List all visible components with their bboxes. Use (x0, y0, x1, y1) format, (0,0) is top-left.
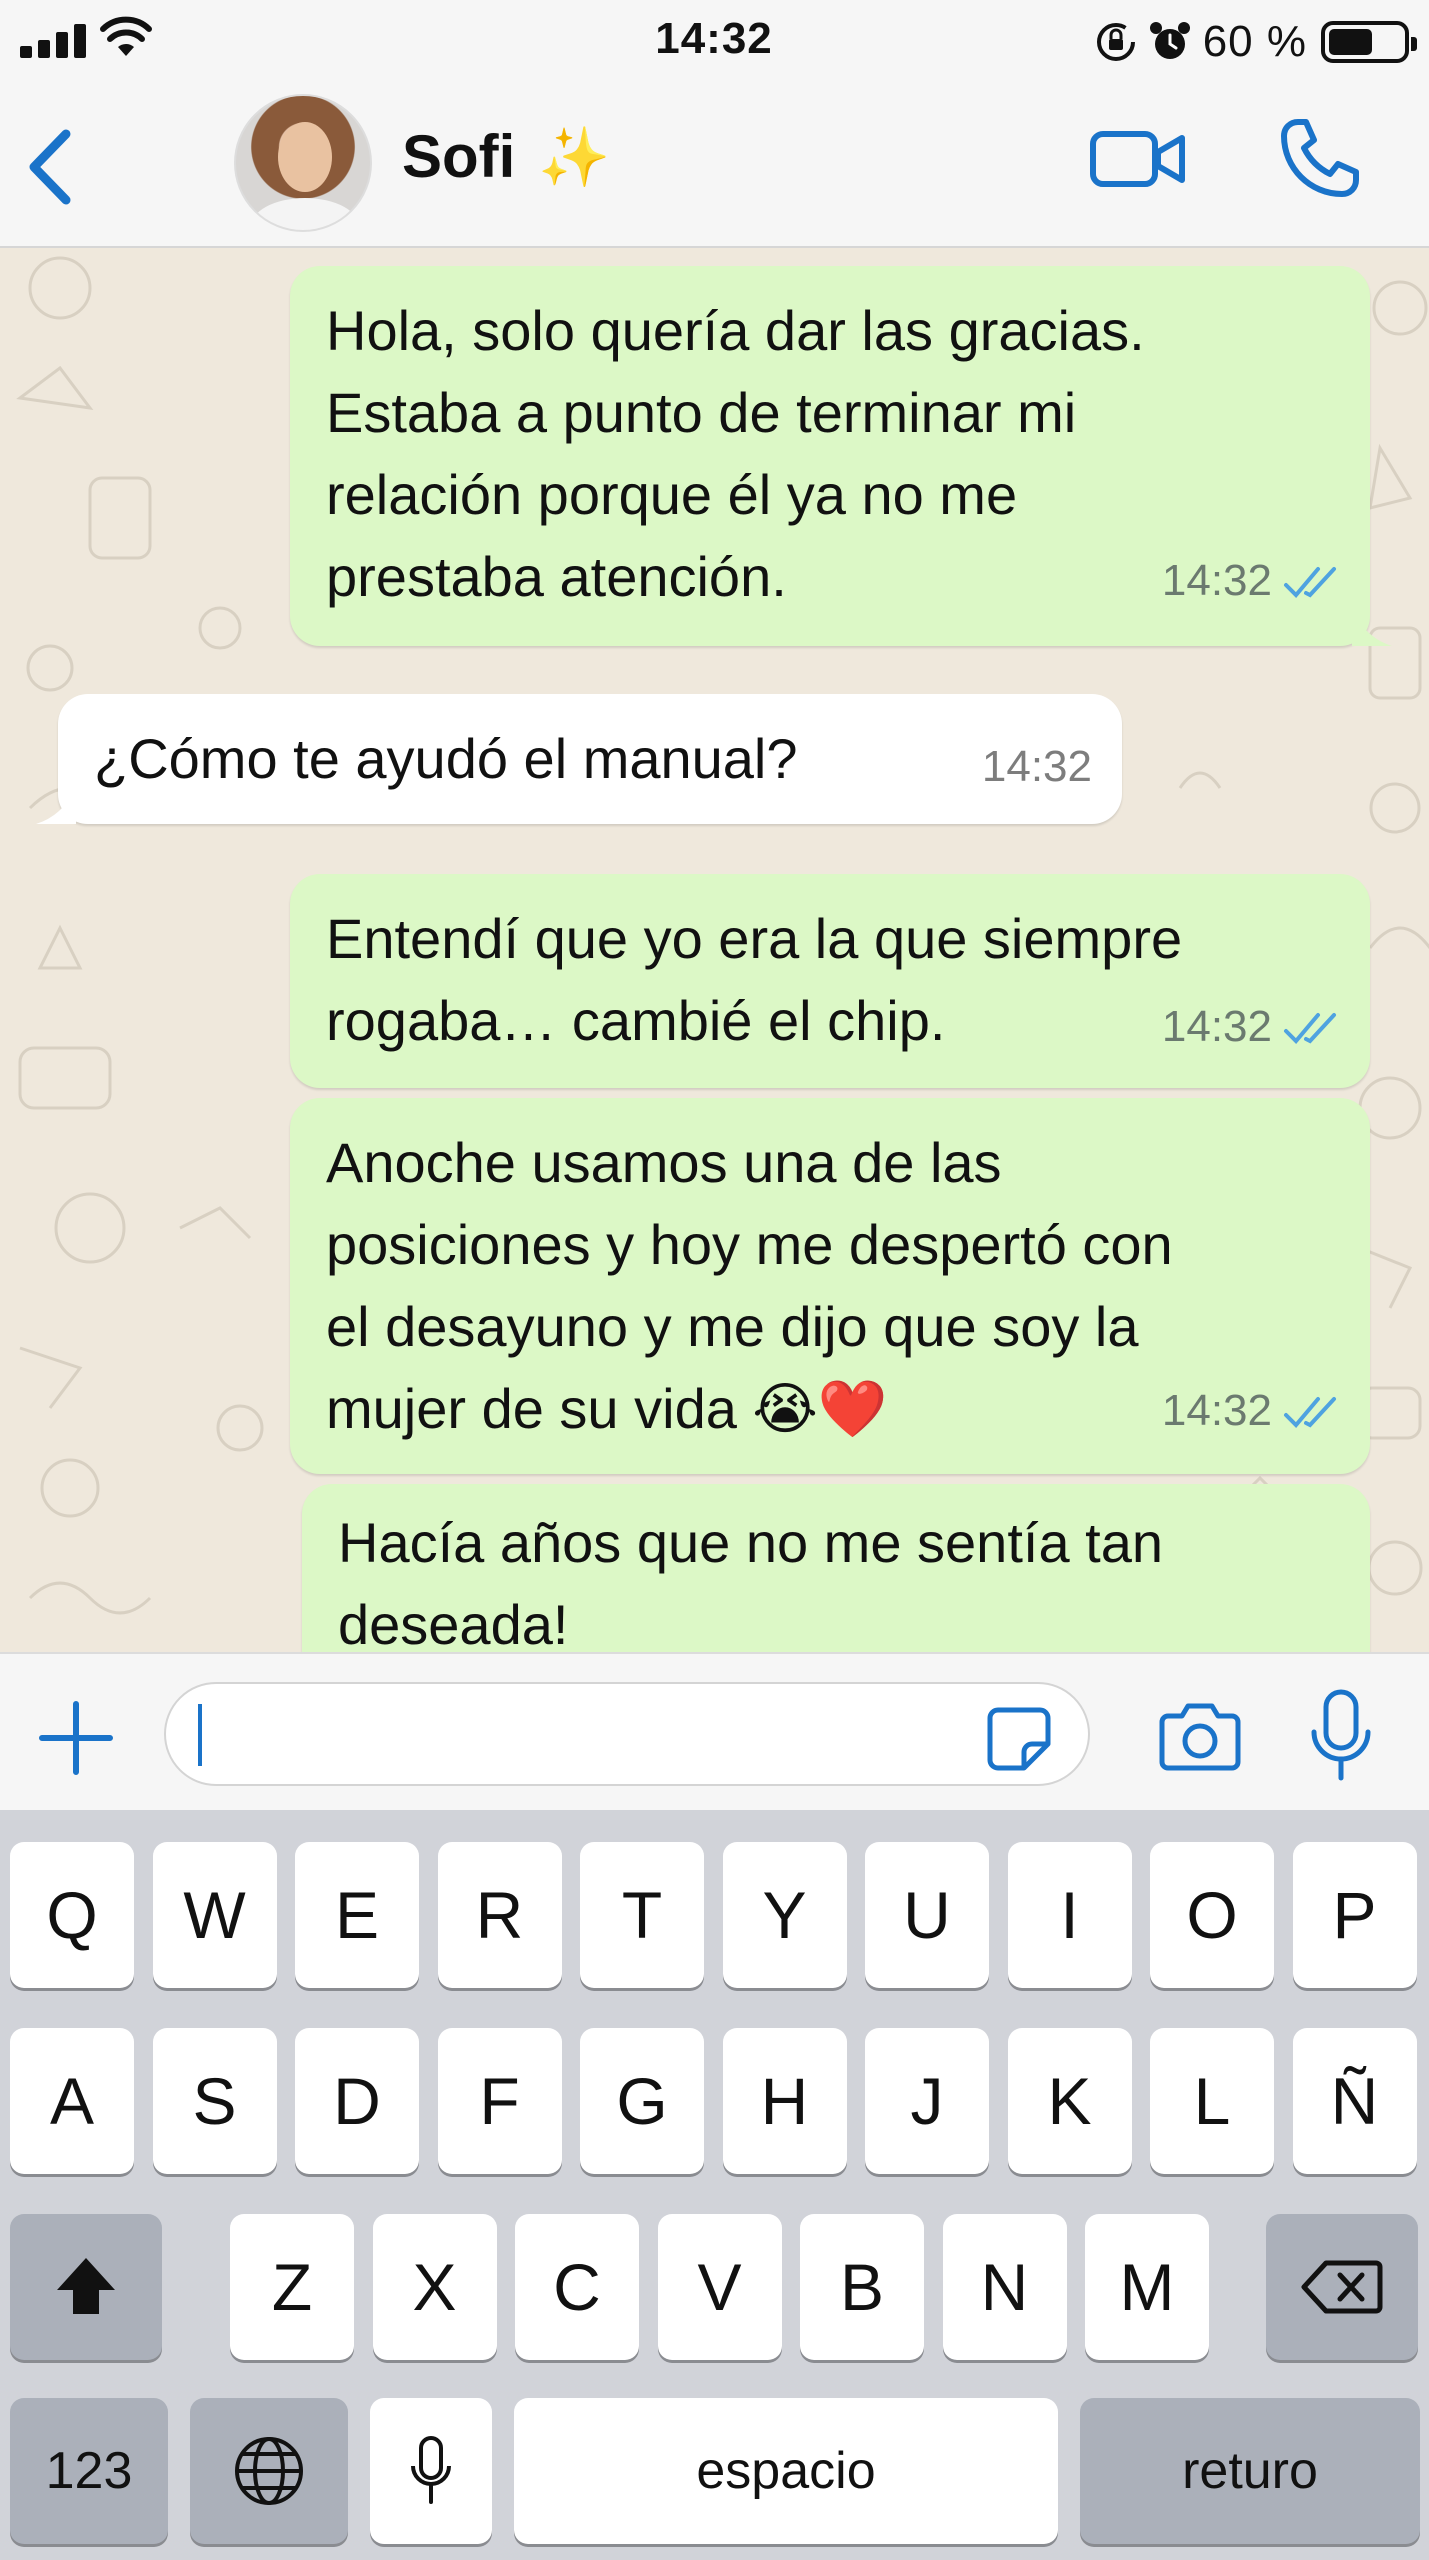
message-text: ¿Cómo te ayudó el manual? (94, 727, 798, 790)
camera-icon[interactable] (1158, 1700, 1242, 1772)
key-p[interactable]: P (1292, 1842, 1417, 1988)
key-z[interactable]: Z (230, 2214, 354, 2360)
message-time: 14:32 (1161, 1002, 1272, 1051)
key-f[interactable]: F (437, 2028, 562, 2174)
backspace-key[interactable] (1266, 2214, 1418, 2360)
message-time: 14:32 (1161, 556, 1272, 605)
dictation-icon (411, 2436, 451, 2504)
globe-key[interactable] (190, 2398, 348, 2544)
key-q[interactable]: Q (10, 1842, 134, 1988)
signal-icon (20, 24, 90, 58)
shift-key[interactable] (10, 2214, 162, 2360)
message-meta: 14:32 (1162, 986, 1340, 1068)
battery-percent: 60 % (1202, 17, 1307, 66)
wifi-icon (100, 16, 152, 56)
message-input-bar (0, 1652, 1429, 1810)
key-o[interactable]: O (1150, 1842, 1274, 1988)
key-j[interactable]: J (865, 2028, 989, 2174)
text-caret (198, 1704, 202, 1766)
back-chevron-icon[interactable] (18, 122, 88, 212)
backspace-icon (1301, 2260, 1383, 2314)
message-input[interactable] (164, 1682, 1090, 1786)
key-g[interactable]: G (580, 2028, 704, 2174)
phone-icon[interactable] (1278, 116, 1362, 200)
key-i[interactable]: I (1007, 1842, 1132, 1988)
message-time: 14:32 (981, 742, 1092, 791)
read-receipt-icon (1284, 567, 1336, 598)
key-s[interactable]: S (152, 2028, 277, 2174)
message-outgoing[interactable]: Anoche usamos una de las posiciones y ho… (290, 1098, 1370, 1474)
key-x[interactable]: X (372, 2214, 497, 2360)
key-l[interactable]: L (1150, 2028, 1274, 2174)
key-h[interactable]: H (722, 2028, 847, 2174)
status-bar: 14:32 60 % (0, 0, 1429, 80)
read-receipt-icon (1284, 1397, 1336, 1428)
shift-icon (57, 2258, 115, 2314)
alarm-icon (1149, 22, 1190, 59)
key-y[interactable]: Y (722, 1842, 847, 1988)
sticker-icon[interactable] (984, 1704, 1054, 1774)
numbers-key[interactable]: 123 (10, 2398, 168, 2544)
key-c[interactable]: C (515, 2214, 639, 2360)
key-u[interactable]: U (865, 1842, 989, 1988)
key-w[interactable]: W (152, 1842, 277, 1988)
chat-messages[interactable]: Hola, solo quería dar las gracias. Estab… (0, 248, 1429, 1652)
key-m[interactable]: M (1085, 2214, 1209, 2360)
chat-header: Sofi ✨ (0, 80, 1429, 248)
avatar[interactable] (234, 94, 372, 232)
key-b[interactable]: B (800, 2214, 924, 2360)
message-meta: 14:32 (1162, 1634, 1340, 1652)
space-key[interactable]: espacio (514, 2398, 1058, 2544)
message-text: Hacía años que no me sentía tan deseada! (338, 1511, 1163, 1652)
message-meta: 14:32 (982, 726, 1092, 808)
key-k[interactable]: K (1007, 2028, 1132, 2174)
video-call-icon[interactable] (1088, 124, 1188, 194)
return-key[interactable]: returo (1080, 2398, 1420, 2544)
key-e[interactable]: E (295, 1842, 419, 1988)
battery-level (1329, 29, 1372, 55)
key-a[interactable]: A (10, 2028, 134, 2174)
message-incoming[interactable]: ¿Cómo te ayudó el manual? 14:32 (36, 694, 1122, 824)
orientation-lock-icon (1096, 23, 1135, 61)
message-outgoing[interactable]: Entendí que yo era la que siempre rogaba… (290, 874, 1370, 1088)
key-r[interactable]: R (437, 1842, 562, 1988)
message-meta: 14:32 (1162, 1370, 1340, 1452)
message-outgoing[interactable]: Hacía años que no me sentía tan deseada!… (302, 1484, 1370, 1652)
key-ñ[interactable]: Ñ (1292, 2028, 1417, 2174)
plus-icon[interactable] (36, 1698, 116, 1778)
microphone-icon[interactable] (1306, 1688, 1376, 1784)
key-n[interactable]: N (942, 2214, 1067, 2360)
sparkles-emoji: ✨ (538, 125, 611, 190)
message-meta: 14:32 (1162, 540, 1340, 622)
key-v[interactable]: V (657, 2214, 782, 2360)
message-outgoing[interactable]: Hola, solo quería dar las gracias. Estab… (290, 266, 1392, 646)
key-t[interactable]: T (580, 1842, 704, 1988)
battery-icon (1321, 21, 1417, 63)
status-time: 14:32 (655, 14, 773, 63)
message-time: 14:32 (1162, 1634, 1272, 1652)
contact-name[interactable]: Sofi (402, 122, 515, 191)
dictation-key[interactable] (370, 2398, 492, 2544)
globe-icon (235, 2437, 303, 2505)
keyboard: QWERTYUIOP ASDFGHJKLÑ ZXCVBNM 123 espaci… (0, 1810, 1429, 2560)
status-right-group: 60 % (1095, 14, 1417, 70)
key-d[interactable]: D (295, 2028, 419, 2174)
read-receipt-icon (1284, 1013, 1336, 1044)
message-time: 14:32 (1161, 1386, 1272, 1435)
